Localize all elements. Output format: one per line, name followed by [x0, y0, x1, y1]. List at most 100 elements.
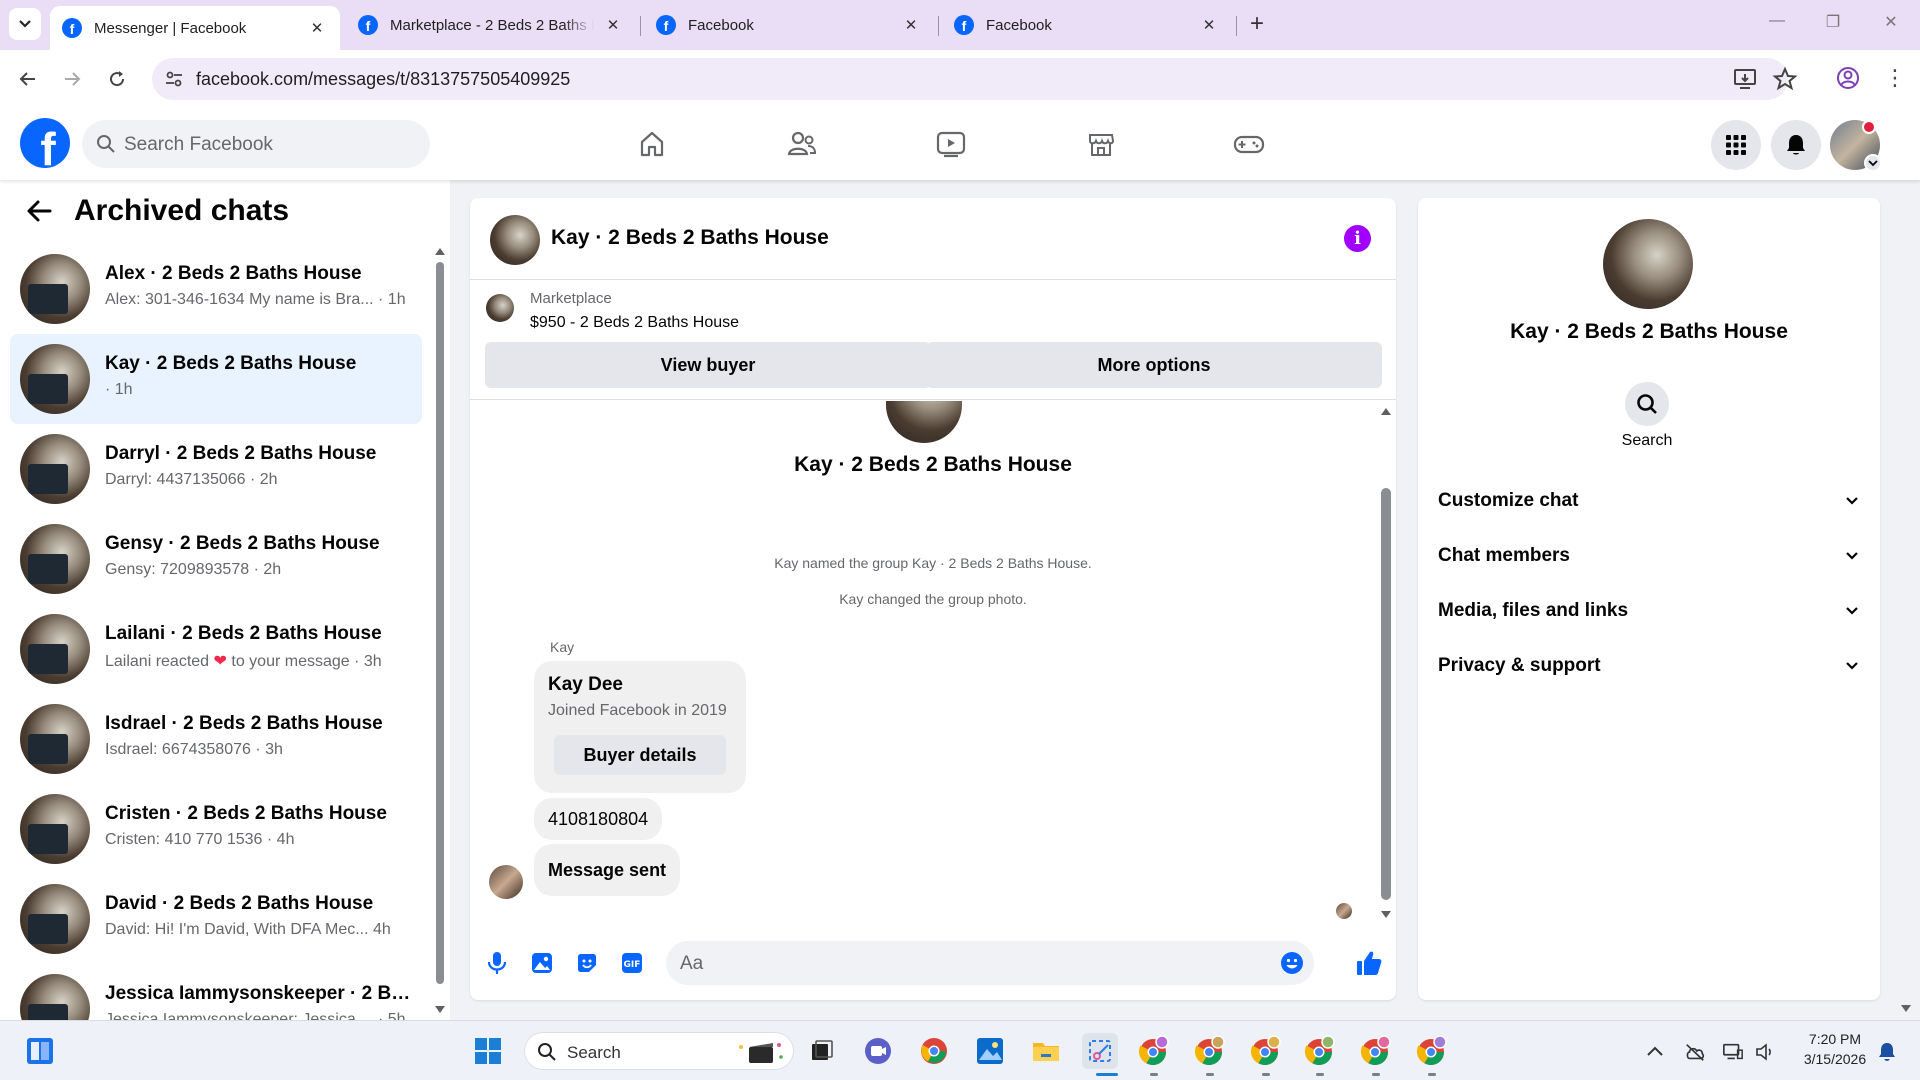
listing-title[interactable]: $950 - 2 Beds 2 Baths House — [530, 314, 739, 332]
chat-item[interactable]: Alex · 2 Beds 2 Baths House Alex: 301-34… — [10, 244, 422, 334]
chrome-profile-taskbar-button[interactable] — [1248, 1033, 1284, 1069]
menu-button[interactable] — [1711, 120, 1761, 170]
widgets-button[interactable] — [22, 1033, 58, 1069]
task-view-button[interactable] — [804, 1033, 840, 1069]
address-bar[interactable]: facebook.com/messages/t/8313757505409925 — [152, 58, 1798, 100]
chat-item[interactable]: Darryl · 2 Beds 2 Baths House Darryl: 44… — [10, 424, 422, 514]
chat-members-section[interactable]: Chat members — [1438, 536, 1858, 576]
back-button[interactable] — [13, 64, 43, 94]
home-nav-button[interactable] — [632, 124, 672, 164]
clock-date[interactable]: 3/15/2026 — [1790, 1051, 1880, 1067]
gif-button[interactable]: GIF — [617, 948, 647, 978]
conversation-title[interactable]: Kay · 2 Beds 2 Baths House — [551, 226, 829, 250]
info-icon[interactable]: i — [1344, 225, 1371, 252]
scroll-up-arrow-icon[interactable] — [1380, 406, 1392, 416]
chat-item[interactable]: David · 2 Beds 2 Baths House David: Hi! … — [10, 874, 422, 964]
like-button[interactable] — [1354, 948, 1384, 978]
chrome-profile-taskbar-button[interactable] — [1192, 1033, 1228, 1069]
browser-tab-facebook-1[interactable]: f Facebook ✕ — [644, 6, 934, 44]
start-button[interactable] — [470, 1033, 506, 1069]
message-input[interactable]: Aa — [666, 941, 1314, 985]
volume-icon[interactable] — [1754, 1041, 1776, 1063]
voice-clip-button[interactable] — [482, 948, 512, 978]
url-text[interactable]: facebook.com/messages/t/8313757505409925 — [196, 69, 570, 90]
reload-button[interactable] — [102, 64, 132, 94]
network-icon[interactable] — [1722, 1041, 1744, 1063]
chat-preview: Jessica Iammysonskeeper: Jessica ... · 5… — [105, 1011, 406, 1020]
browser-menu-icon[interactable]: ⋮ — [1884, 64, 1906, 94]
customize-chat-section[interactable]: Customize chat — [1438, 481, 1858, 521]
chevron-down-icon — [1846, 607, 1858, 615]
back-arrow-icon[interactable] — [24, 196, 54, 226]
scroll-up-arrow-icon[interactable] — [434, 246, 446, 256]
chat-item[interactable]: Gensy · 2 Beds 2 Baths House Gensy: 7209… — [10, 514, 422, 604]
arrow-left-icon — [19, 72, 35, 86]
account-chevron-icon[interactable] — [1864, 154, 1882, 172]
browser-tab-facebook-2[interactable]: f Facebook ✕ — [942, 6, 1232, 44]
friends-nav-button[interactable] — [782, 124, 822, 164]
conversation-avatar[interactable] — [490, 215, 540, 265]
close-window-button[interactable]: ✕ — [1876, 12, 1906, 38]
message-bubble[interactable]: 4108180804 — [534, 798, 663, 840]
view-buyer-button[interactable]: View buyer — [485, 342, 931, 388]
scroll-down-arrow-icon[interactable] — [1380, 910, 1392, 920]
search-icon — [1637, 394, 1657, 414]
close-tab-icon[interactable]: ✕ — [900, 14, 922, 36]
chat-item[interactable]: Isdrael · 2 Beds 2 Baths House Isdrael: … — [10, 694, 422, 784]
chat-list-scrollbar[interactable] — [436, 262, 444, 984]
browser-tab-marketplace[interactable]: f Marketplace - 2 Beds 2 Baths H ✕ — [346, 6, 636, 44]
gif-icon: GIF — [622, 953, 642, 973]
browser-tab-messenger[interactable]: f Messenger | Facebook ✕ — [50, 6, 340, 50]
search-in-conversation-button[interactable] — [1625, 382, 1669, 426]
watch-nav-button[interactable] — [931, 124, 971, 164]
privacy-support-section[interactable]: Privacy & support — [1438, 646, 1858, 686]
snipping-tool-taskbar-button[interactable] — [1082, 1033, 1118, 1069]
media-files-links-section[interactable]: Media, files and links — [1438, 591, 1858, 631]
clock-time[interactable]: 7:20 PM — [1790, 1031, 1880, 1047]
notification-bell-icon[interactable] — [1876, 1041, 1898, 1063]
facebook-logo[interactable]: f — [20, 118, 70, 175]
scroll-down-arrow-icon[interactable] — [434, 1005, 446, 1015]
facebook-search-input[interactable]: Search Facebook — [82, 120, 430, 168]
chevron-down-icon — [1846, 497, 1858, 505]
file-explorer-taskbar-button[interactable] — [1028, 1033, 1064, 1069]
sticker-button[interactable] — [572, 948, 602, 978]
section-label: Chat members — [1438, 545, 1570, 566]
buyer-details-button[interactable]: Buyer details — [554, 735, 726, 775]
message-bubble[interactable]: Message sent — [534, 844, 681, 896]
minimize-window-button[interactable]: — — [1762, 12, 1792, 38]
chrome-profile-taskbar-button[interactable] — [1358, 1033, 1394, 1069]
taskbar-search-input[interactable]: Search — [524, 1032, 794, 1070]
close-tab-icon[interactable]: ✕ — [306, 17, 328, 39]
attach-photo-button[interactable] — [527, 948, 557, 978]
system-message: Kay named the group Kay · 2 Beds 2 Baths… — [774, 555, 1092, 571]
more-options-button[interactable]: More options — [926, 342, 1382, 388]
close-tab-icon[interactable]: ✕ — [1198, 14, 1220, 36]
marketplace-listing-box: Marketplace $950 - 2 Beds 2 Baths House … — [470, 280, 1396, 400]
teams-meet-button[interactable] — [860, 1033, 896, 1069]
close-tab-icon[interactable]: ✕ — [602, 14, 624, 36]
thread-scrollbar[interactable] — [1381, 488, 1391, 900]
chrome-profile-taskbar-button[interactable] — [1414, 1033, 1450, 1069]
gaming-nav-button[interactable] — [1229, 124, 1269, 164]
chat-item[interactable]: Jessica Iammysonskeeper · 2 Be... Jessic… — [10, 964, 422, 1020]
tab-search-button[interactable] — [9, 8, 41, 40]
emoji-icon[interactable] — [1280, 951, 1304, 975]
restore-window-button[interactable]: ❐ — [1818, 12, 1848, 38]
heart-reaction-icon: ❤ — [213, 653, 227, 670]
photos-taskbar-button[interactable] — [972, 1033, 1008, 1069]
chrome-taskbar-button[interactable] — [916, 1033, 952, 1069]
chat-item-active[interactable]: Kay · 2 Beds 2 Baths House · 1h — [10, 334, 422, 424]
forward-button[interactable] — [57, 64, 87, 94]
chrome-profile-taskbar-button[interactable] — [1136, 1033, 1172, 1069]
page-scroll-down-arrow-icon[interactable] — [1900, 1004, 1912, 1014]
new-tab-button[interactable]: + — [1244, 12, 1270, 38]
chrome-profile-taskbar-button[interactable] — [1302, 1033, 1338, 1069]
marketplace-nav-button[interactable] — [1081, 124, 1121, 164]
chat-item[interactable]: Lailani · 2 Beds 2 Baths House Lailani r… — [10, 604, 422, 694]
chat-item[interactable]: Cristen · 2 Beds 2 Baths House Cristen: … — [10, 784, 422, 874]
profile-icon[interactable] — [1835, 65, 1861, 91]
cloud-offline-icon[interactable] — [1684, 1041, 1706, 1063]
notifications-button[interactable] — [1771, 120, 1821, 170]
chevron-up-icon[interactable] — [1644, 1041, 1666, 1063]
